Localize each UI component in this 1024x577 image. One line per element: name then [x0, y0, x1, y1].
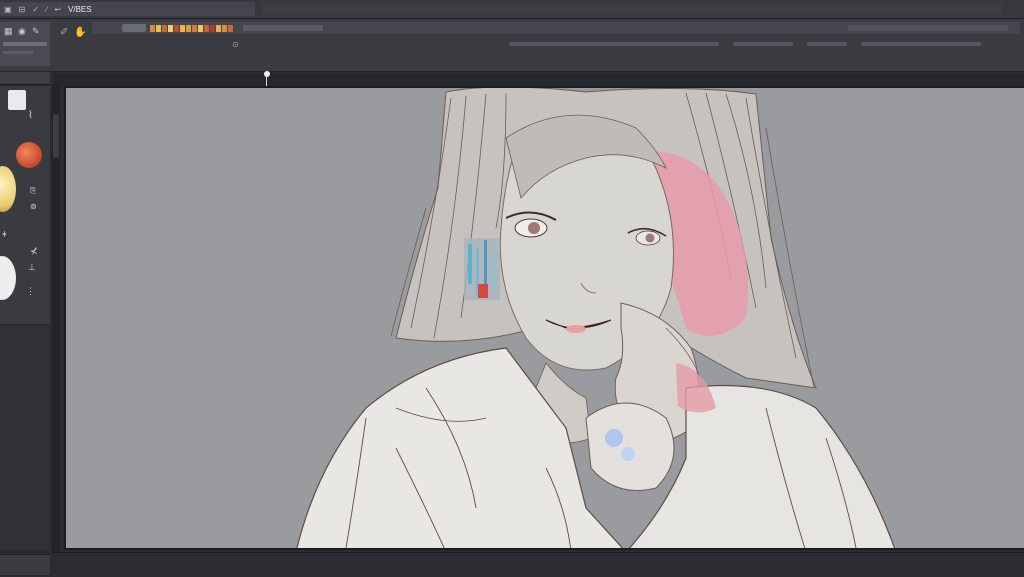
color-swatch-strip[interactable] [150, 24, 233, 32]
toolbar: ▦ ◉ ✎ ✐ ✋ ⊙ [0, 19, 1024, 72]
color-picker-white[interactable] [0, 256, 16, 300]
color-picker-red[interactable] [16, 142, 42, 168]
canvas-artwork [296, 88, 896, 548]
layers-panel [0, 326, 50, 551]
glitch-artifact [464, 238, 500, 300]
layer-thumbnail[interactable] [8, 90, 26, 110]
pen-icon[interactable]: ✐ [60, 27, 68, 38]
menu-strip: ▣ ⊟ ✓ ∕ ↩ V/BES [0, 2, 255, 16]
hand-icon[interactable]: ✋ [74, 27, 86, 38]
left-panel: ⌇ ⎘ ⊚ ǂ ⊀ ⊥ ⋮ [0, 72, 50, 576]
eyedropper-icon[interactable]: ⊥ [28, 262, 36, 273]
eye-icon[interactable]: ◉ [18, 26, 26, 37]
playhead-handle[interactable] [264, 71, 270, 77]
option-field[interactable] [508, 42, 719, 46]
secondary-option-row: ⊙ [54, 39, 1024, 49]
drawing-canvas[interactable] [64, 86, 1024, 550]
hands-clasped [585, 402, 675, 491]
option-field[interactable] [860, 42, 981, 46]
tongue [566, 325, 586, 333]
menu-bar: ▣ ⊟ ✓ ∕ ↩ V/BES [0, 0, 1024, 19]
tool-preset-tile[interactable]: ▦ ◉ ✎ [0, 22, 50, 66]
grid-icon[interactable]: ▦ [4, 26, 13, 37]
pen-icon[interactable]: ⊚ [30, 202, 37, 211]
scroll-thumb[interactable] [53, 114, 59, 158]
preset-stroke [3, 51, 33, 54]
opacity-slider[interactable] [243, 25, 323, 31]
preset-stroke [3, 42, 47, 46]
menu-item-3[interactable]: ∕ [46, 5, 47, 14]
brush-icon[interactable]: ✎ [32, 26, 40, 37]
menu-item-0[interactable]: ▣ [4, 5, 12, 14]
status-bar [54, 552, 1024, 577]
menu-item-2[interactable]: ✓ [32, 5, 39, 14]
grid-icon[interactable]: ⋮ [26, 286, 35, 297]
menu-item-4[interactable]: ↩ [54, 5, 61, 14]
timeline-ruler[interactable] [54, 71, 1024, 86]
menubar-extension [262, 3, 1002, 15]
tool-options-row [92, 22, 1020, 34]
brush-icon[interactable]: ⎘ [30, 186, 36, 196]
menu-item-1[interactable]: ⊟ [19, 5, 26, 14]
option-field[interactable] [806, 42, 847, 46]
status-readout [848, 25, 1008, 31]
panel-footer [0, 554, 50, 575]
eyedropper-icon[interactable]: ⌇ [28, 110, 33, 121]
brush-size-field[interactable] [122, 24, 146, 32]
color-panel: ⌇ ⎘ ⊚ ǂ ⊀ ⊥ ⋮ [0, 86, 50, 324]
color-picker-yellow[interactable] [0, 166, 16, 212]
panel-header [0, 72, 50, 85]
playhead-line [266, 77, 267, 86]
option-field[interactable] [732, 42, 793, 46]
hand-icon[interactable]: ǂ [2, 230, 7, 239]
panel-scrollbar[interactable] [52, 84, 60, 554]
shirt-left [296, 347, 624, 548]
menu-item-5[interactable]: V/BES [68, 5, 92, 14]
zoom-icon[interactable]: ⊙ [232, 40, 239, 49]
pen-icon[interactable]: ⊀ [30, 246, 38, 257]
